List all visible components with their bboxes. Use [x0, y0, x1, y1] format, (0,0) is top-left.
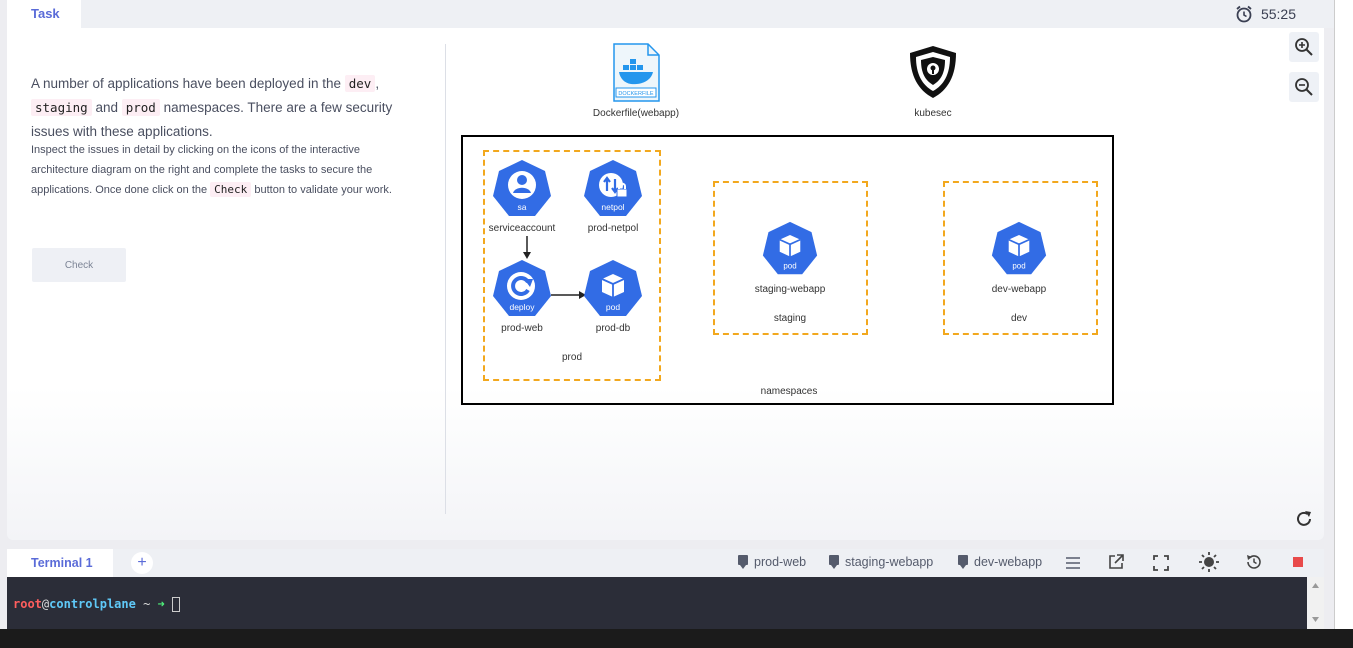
- deploy-badge: deploy: [509, 302, 535, 312]
- netpol-badge: netpol: [601, 202, 624, 212]
- stop-icon[interactable]: [1293, 557, 1303, 567]
- fullscreen-icon[interactable]: [1153, 555, 1169, 571]
- prod-db-label: prod-db: [595, 323, 631, 334]
- prod-namespace-label: prod: [561, 352, 582, 363]
- ns-dev-code: dev: [344, 75, 376, 92]
- details-text: Inspect the issues in detail by clicking…: [31, 144, 392, 197]
- toolbar-item-dev-webapp[interactable]: dev-webapp: [958, 555, 1042, 569]
- ns-staging-code: staging: [31, 99, 92, 116]
- panel-divider: [445, 44, 446, 514]
- scroll-down-icon[interactable]: [1312, 617, 1319, 622]
- dev-webapp-label: dev-webapp: [991, 284, 1047, 295]
- prod-db-pod-icon[interactable]: pod: [582, 258, 644, 320]
- terminal-toolbar: Terminal 1 + prod-web staging-webapp dev…: [7, 549, 1324, 577]
- container-icon: [958, 555, 968, 569]
- ns-prod-code: prod: [121, 99, 160, 116]
- window-edge: [1334, 0, 1353, 629]
- zoom-in-button[interactable]: [1289, 32, 1319, 62]
- terminal-window[interactable]: root@controlplane ~ ➜: [7, 577, 1307, 629]
- intro-text: A number of applications have been deplo…: [31, 75, 393, 139]
- dockerfile-icon[interactable]: DOCKERFILE: [611, 43, 661, 103]
- terminal-cursor: [171, 597, 180, 612]
- brightness-icon[interactable]: [1198, 551, 1220, 573]
- staging-webapp-label: staging-webapp: [754, 284, 826, 295]
- deploy-icon[interactable]: deploy: [491, 258, 553, 320]
- toolbar-item-prod-web[interactable]: prod-web: [738, 555, 806, 569]
- staging-pod-badge: pod: [783, 262, 796, 271]
- history-icon[interactable]: [1245, 553, 1263, 571]
- alarm-clock-icon: [1236, 5, 1252, 23]
- kubesec-label: kubesec: [914, 108, 952, 119]
- staging-pod-icon[interactable]: pod: [760, 220, 820, 278]
- terminal-scrollbar[interactable]: [1307, 577, 1324, 629]
- bottom-strip: [0, 629, 1353, 648]
- serviceaccount-label: serviceaccount: [488, 223, 556, 234]
- top-bar: Task 55:25: [7, 0, 1334, 28]
- open-external-icon[interactable]: [1108, 554, 1124, 570]
- refresh-icon: [1297, 511, 1311, 526]
- netpol-icon[interactable]: netpol: [582, 158, 644, 220]
- deploy-label: prod-web: [501, 323, 543, 334]
- scroll-up-icon[interactable]: [1312, 583, 1319, 588]
- menu-icon[interactable]: [1065, 557, 1081, 569]
- timer-value: 55:25: [1260, 6, 1296, 22]
- zoom-in-icon: [1295, 38, 1313, 56]
- container-icon: [829, 555, 839, 569]
- namespaces-label: namespaces: [760, 386, 818, 397]
- container-icon: [738, 555, 748, 569]
- task-panel: A number of applications have been deplo…: [7, 28, 1324, 540]
- netpol-label: prod-netpol: [587, 223, 639, 234]
- dockerfile-badge: DOCKERFILE: [618, 91, 653, 97]
- dev-pod-icon[interactable]: pod: [989, 220, 1049, 278]
- architecture-diagram: DOCKERFILE Dockerfile(webapp) kubesec na…: [447, 40, 1187, 440]
- kubesec-shield-icon[interactable]: [906, 44, 960, 100]
- staging-namespace-label: staging: [773, 313, 807, 324]
- refresh-button[interactable]: [1289, 504, 1319, 534]
- add-terminal-button[interactable]: +: [131, 552, 153, 574]
- sa-badge: sa: [518, 202, 527, 212]
- check-code: Check: [210, 182, 252, 197]
- zoom-out-icon: [1295, 78, 1313, 96]
- dev-pod-badge: pod: [1012, 262, 1025, 271]
- task-description: A number of applications have been deplo…: [31, 72, 411, 200]
- terminal-prompt: root@controlplane ~ ➜: [13, 597, 180, 612]
- check-button[interactable]: Check: [32, 248, 126, 282]
- toolbar-item-staging-webapp[interactable]: staging-webapp: [829, 555, 933, 569]
- dockerfile-label: Dockerfile(webapp): [592, 108, 680, 119]
- dev-namespace-label: dev: [1010, 313, 1028, 324]
- page: Task 55:25 A number of applications have…: [0, 0, 1353, 648]
- timer: 55:25: [1235, 5, 1296, 23]
- tab-terminal-1[interactable]: Terminal 1: [7, 549, 113, 577]
- arrow-sa-to-deploy-icon: [523, 236, 531, 259]
- zoom-out-button[interactable]: [1289, 72, 1319, 102]
- prod-pod-badge: pod: [606, 302, 620, 312]
- tab-task[interactable]: Task: [7, 0, 81, 28]
- serviceaccount-icon[interactable]: sa: [491, 158, 553, 220]
